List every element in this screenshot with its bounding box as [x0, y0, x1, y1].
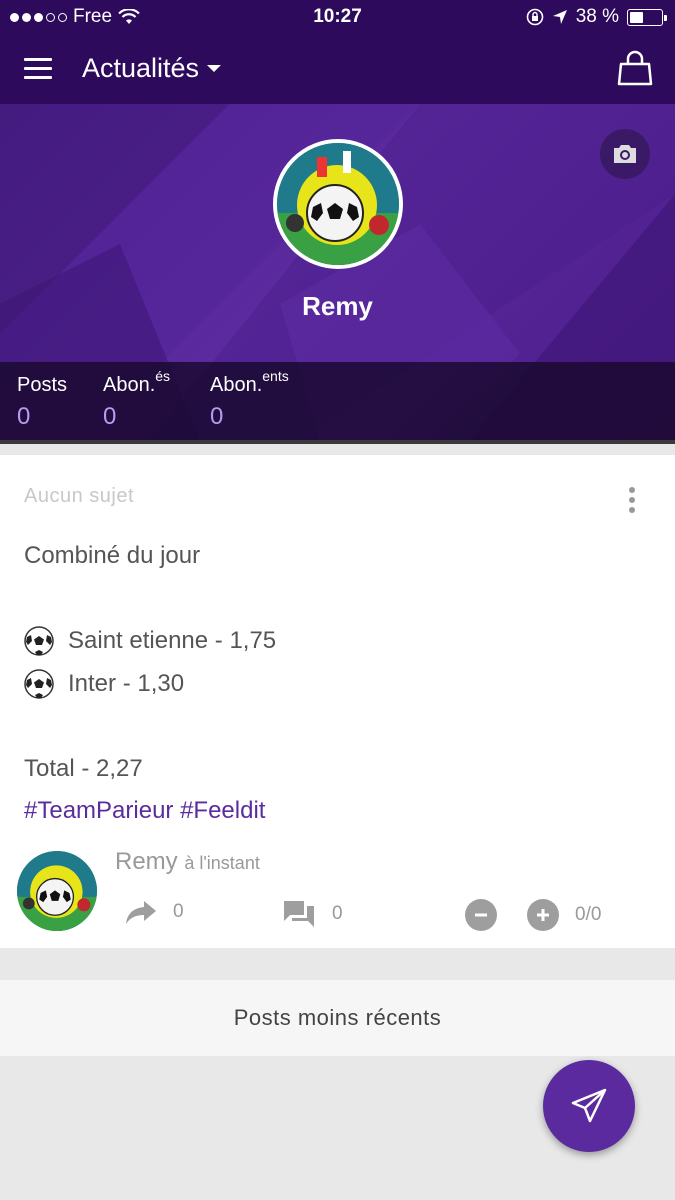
app-bar: Actualités [0, 36, 675, 104]
location-icon [552, 10, 567, 24]
vote-score: 0/0 [575, 904, 602, 925]
comment-button[interactable]: 0 [282, 899, 343, 929]
post-body: Combiné du jour Saint etienne - 1,75 Int… [24, 535, 276, 833]
feed-selector[interactable]: Actualités [82, 53, 222, 84]
downvote-button[interactable] [465, 899, 497, 931]
post-line: Inter - 1,30 [24, 663, 276, 706]
profile-stats: Posts 0 Abon.és 0 Abon.ents 0 [0, 362, 675, 440]
author-name[interactable]: Remy à l'instant [115, 848, 260, 876]
menu-icon[interactable] [24, 58, 52, 80]
camera-icon [614, 145, 636, 163]
change-cover-button[interactable] [600, 129, 650, 179]
shopping-bag-icon[interactable] [617, 50, 653, 86]
plus-icon [537, 909, 549, 921]
soccer-ball-icon [24, 626, 54, 656]
post-line: Total - 2,27 [24, 754, 143, 782]
new-post-button[interactable] [543, 1060, 635, 1152]
app-title: Actualités [82, 53, 200, 83]
soccer-ball-icon [24, 669, 54, 699]
share-count: 0 [173, 901, 184, 922]
status-bar: Free 10:27 38 % [0, 0, 675, 36]
more-options-icon[interactable] [629, 487, 635, 517]
upvote-button[interactable] [527, 899, 559, 931]
battery-percent: 38 % [575, 6, 619, 27]
vote-controls: 0/0 [465, 899, 601, 931]
post-line: Saint etienne - 1,75 [24, 620, 276, 663]
football-avatar-image [17, 851, 97, 931]
orientation-lock-icon [526, 8, 543, 26]
profile-name: Remy [302, 291, 373, 321]
minus-icon [475, 913, 487, 917]
football-avatar-image [277, 143, 399, 265]
battery-icon [627, 8, 667, 26]
stat-posts-value: 0 [17, 403, 31, 430]
older-posts-button[interactable]: Posts moins récents [0, 980, 675, 1056]
post-card: Aucun sujet Combiné du jour Saint etienn… [0, 455, 675, 948]
post-line: Combiné du jour [24, 542, 201, 569]
share-icon [126, 901, 156, 924]
hashtag-links[interactable]: #TeamParieur #Feeldit [24, 790, 276, 833]
post-time: à l'instant [184, 853, 260, 873]
stat-subscribers[interactable]: Abon.és 0 [103, 368, 170, 431]
divider [0, 440, 675, 444]
stat-posts[interactable]: Posts 0 [17, 374, 67, 431]
profile-avatar[interactable] [273, 139, 403, 269]
stat-subscribers-value: 0 [103, 403, 117, 430]
caret-down-icon [207, 65, 222, 72]
post-subject: Aucun sujet [24, 485, 135, 507]
comments-icon [284, 901, 314, 927]
profile-header: Remy Posts 0 Abon.és 0 Abon.ents 0 [0, 104, 675, 440]
author-avatar[interactable] [17, 851, 97, 931]
comment-count: 0 [332, 903, 343, 924]
stat-subscriptions[interactable]: Abon.ents 0 [210, 368, 289, 431]
send-icon [571, 1088, 607, 1123]
stat-subscriptions-value: 0 [210, 403, 224, 430]
share-button[interactable]: 0 [125, 899, 184, 925]
